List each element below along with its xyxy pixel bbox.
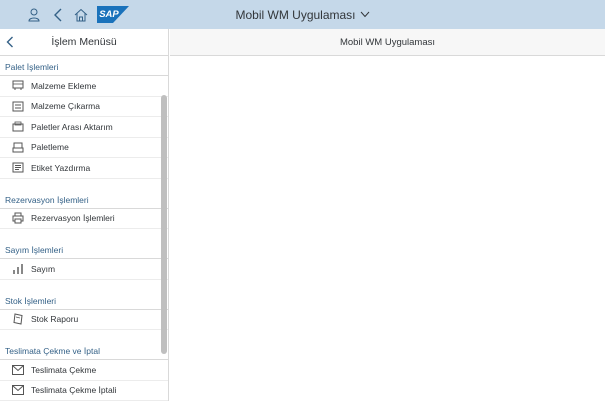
side-menu: İşlem Menüsü Palet İşlemleri Malzeme Ekl… (0, 29, 169, 401)
menu-item-malzeme-cikarma[interactable]: Malzeme Çıkarma (0, 97, 168, 117)
section-title-palet: Palet İşlemleri (0, 56, 168, 76)
menu-item-paletleme[interactable]: Paletleme (0, 138, 168, 158)
main-content (170, 56, 605, 401)
section-title-stok: Stok İşlemleri (0, 290, 168, 310)
menu-item-label: Malzeme Çıkarma (31, 101, 100, 112)
section-title-teslimata: Teslimata Çekme ve İptal (0, 340, 168, 360)
menu-item-label: Paletler Arası Aktarım (31, 121, 113, 132)
menu-item-teslimata-cekme[interactable]: Teslimata Çekme (0, 360, 168, 381)
menu-item-teslimata-cekme-iptali[interactable]: Teslimata Çekme İptali (0, 381, 168, 401)
side-menu-header: İşlem Menüsü (0, 29, 168, 56)
menu-back-icon[interactable] (3, 35, 17, 49)
user-icon[interactable] (24, 5, 44, 25)
menu-item-label: Etiket Yazdırma (31, 162, 91, 173)
side-menu-title: İşlem Menüsü (51, 36, 117, 48)
menu-item-label: Stok Raporu (31, 314, 79, 325)
main-page-header: Mobil WM Uygulaması (170, 29, 605, 56)
home-icon[interactable] (71, 5, 91, 25)
back-icon[interactable] (48, 5, 68, 25)
envelope-icon (12, 384, 24, 396)
menu-item-paletler-arasi-aktarim[interactable]: Paletler Arası Aktarım (0, 117, 168, 138)
main-page-title: Mobil WM Uygulaması (339, 36, 436, 48)
section-title-sayim: Sayım İşlemleri (0, 239, 168, 259)
section-title-rezervasyon: Rezervasyon İşlemleri (0, 189, 168, 209)
side-menu-scrollbar[interactable] (161, 95, 167, 354)
pallet-remove-icon (12, 100, 24, 112)
sap-logo[interactable] (97, 6, 129, 23)
stock-report-icon (12, 313, 24, 325)
menu-item-stok-raporu[interactable]: Stok Raporu (0, 310, 168, 330)
transfer-icon (12, 121, 24, 133)
bar-chart-icon (12, 263, 24, 275)
menu-item-label: Rezervasyon İşlemleri (31, 213, 115, 224)
menu-item-label: Paletleme (31, 142, 69, 153)
menu-item-label: Sayım (31, 263, 56, 274)
label-print-icon (12, 162, 24, 174)
menu-item-sayim[interactable]: Sayım (0, 259, 168, 280)
app-title: Mobil WM Uygulaması (235, 7, 356, 22)
envelope-icon (12, 364, 24, 376)
menu-item-malzeme-ekleme[interactable]: Malzeme Ekleme (0, 76, 168, 97)
chevron-down-icon (360, 11, 369, 18)
menu-item-label: Teslimata Çekme İptali (31, 385, 117, 396)
menu-item-label: Teslimata Çekme (31, 364, 97, 375)
menu-item-rezervasyon-islemleri[interactable]: Rezervasyon İşlemleri (0, 209, 168, 229)
shell-bar: SAP Mobil WM Uygulaması (0, 0, 605, 29)
printer-icon (12, 212, 24, 224)
menu-item-label: Malzeme Ekleme (31, 80, 97, 91)
menu-item-etiket-yazdirma[interactable]: Etiket Yazdırma (0, 158, 168, 179)
pallet-add-icon (12, 80, 24, 92)
app-title-menu[interactable]: Mobil WM Uygulaması (235, 8, 369, 22)
palletize-icon (12, 141, 24, 153)
